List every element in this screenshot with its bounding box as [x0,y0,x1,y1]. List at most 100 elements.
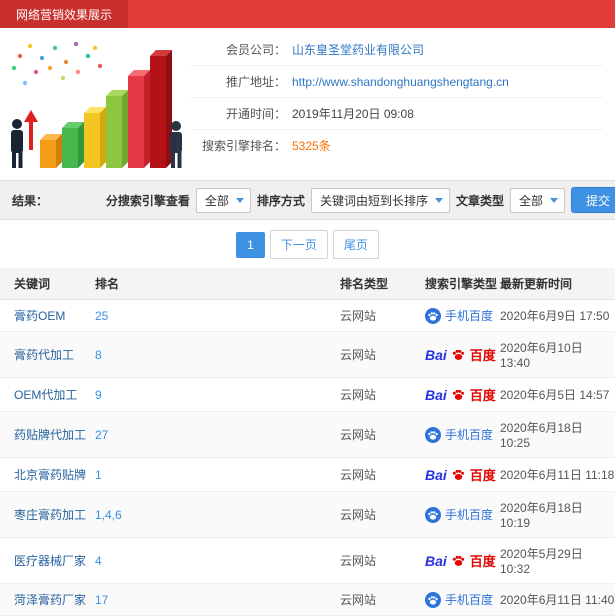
baidu-logo: Bai 百度 [425,345,496,364]
rank-type-cell: 云网站 [340,457,425,492]
engine-filter-value: 全部 [204,193,229,208]
mobile-baidu-logo: 手机百度 [425,506,493,523]
rank-cell: 25 [95,299,340,332]
mobile-baidu-logo: 手机百度 [425,591,493,608]
keyword-cell: 医疗器械厂家 [0,537,95,584]
rank-type-cell: 云网站 [340,299,425,332]
rank-type-cell: 云网站 [340,491,425,538]
mobile-baidu-logo: 手机百度 [425,426,493,443]
info-value-rank-count: 5325 [292,138,319,153]
column-header: 关键词 [0,268,95,300]
update-time-cell: 2020年6月5日 14:57 [500,377,615,412]
info-row-url: 推广地址： http://www.shandonghuangshengtang.c… [190,66,603,98]
mobile-baidu-icon [425,307,441,324]
engine-filter-select[interactable]: 全部 [195,187,251,213]
info-value-url[interactable]: http://www.shandonghuangshengtang.cn [292,75,509,89]
table-row: 枣庄膏药加工 1,4,6 云网站 手机百度 2020年6月18日 10:19 [0,491,615,538]
engine-cell: 手机百度 [425,299,500,332]
baidu-paw-icon [452,349,464,360]
update-time-cell: 2020年5月29日 10:32 [500,537,615,584]
keyword-link[interactable]: OEM代加工 [14,388,77,402]
update-time: 2020年6月11日 11:18 [500,468,615,482]
result-label: 结果： [12,193,49,208]
keyword-cell: 药贴牌代加工 [0,411,95,458]
table-row: 膏药OEM 25 云网站 手机百度 2020年6月9日 17:50 [0,299,615,332]
engine-cell: Bai 百度 [425,457,500,492]
engine-label: 百度 [469,468,496,483]
keyword-link[interactable]: 医疗器械厂家 [14,554,86,568]
rank-link[interactable]: 4 [95,554,102,568]
keyword-link[interactable]: 北京膏药贴牌 [14,468,86,482]
chevron-down-icon [235,197,244,203]
keyword-cell: 北京膏药贴牌 [0,457,95,492]
engine-label: 手机百度 [445,508,494,522]
rank-type-cell: 云网站 [340,537,425,584]
info-value-company[interactable]: 山东皇圣堂药业有限公司 [292,41,424,58]
rank-link[interactable]: 1,4,6 [95,508,122,522]
keyword-cell: 菏泽膏药厂家 [0,583,95,616]
pagination-last-button[interactable]: 尾页 [332,230,379,259]
pagination-current-page[interactable]: 1 [236,231,265,258]
engine-label: 手机百度 [445,309,494,323]
rank-link[interactable]: 1 [95,468,102,482]
engine-label: 百度 [469,388,496,403]
rank-type-cell: 云网站 [340,377,425,412]
update-time-cell: 2020年6月11日 11:18 [500,457,615,492]
engine-cell: Bai 百度 [425,377,500,412]
keyword-cell: 膏药OEM [0,299,95,332]
column-header: 搜索引擎类型 [425,268,500,300]
rank-cell: 9 [95,377,340,412]
baidu-logo: Bai 百度 [425,465,496,484]
type-filter-value: 全部 [518,193,543,208]
keyword-link[interactable]: 膏药OEM [14,309,65,323]
table-header-row: 关键词 排名 排名类型 搜索引擎类型 最新更新时间 [0,268,615,300]
rank-link[interactable]: 9 [95,388,102,402]
info-label-rank-count: 搜索引擎排名： [201,139,286,153]
baidu-paw-icon [452,389,464,400]
keyword-link[interactable]: 膏药代加工 [14,348,74,362]
baidu-logo: Bai 百度 [425,385,496,404]
table-row: 药贴牌代加工 27 云网站 手机百度 2020年6月18日 10:25 [0,411,615,458]
table-row: 菏泽膏药厂家 17 云网站 手机百度 2020年6月11日 11:40 [0,583,615,616]
engine-cell: 手机百度 [425,411,500,458]
submit-button[interactable]: 提交 [570,187,615,213]
rank-link[interactable]: 17 [95,593,108,607]
update-time: 2020年5月29日 10:32 [500,547,583,576]
rank-cell: 27 [95,411,340,458]
engine-cell: 手机百度 [425,491,500,538]
mobile-baidu-icon [425,426,441,443]
update-time: 2020年6月10日 13:40 [500,341,583,370]
chevron-down-icon [434,197,443,203]
column-header: 最新更新时间 [500,268,615,300]
rank-link[interactable]: 25 [95,309,108,323]
update-time: 2020年6月18日 10:19 [500,501,583,530]
member-info-section: 会员公司： 山东皇圣堂药业有限公司 推广地址： http://www.shandong… [0,28,615,180]
keyword-link[interactable]: 菏泽膏药厂家 [14,593,86,607]
keyword-link[interactable]: 药贴牌代加工 [14,428,86,442]
table-row: 北京膏药贴牌 1 云网站 Bai 百度 2020年6月11日 11:18 [0,457,615,492]
engine-label: 百度 [469,348,496,363]
keyword-cell: 膏药代加工 [0,331,95,378]
table-row: 膏药代加工 8 云网站 Bai 百度 2020年6月10日 13:40 [0,331,615,378]
member-info-rows: 会员公司： 山东皇圣堂药业有限公司 推广地址： http://www.shandong… [190,34,603,180]
sort-filter-select[interactable]: 关键词由短到长排序 [310,187,450,213]
results-table: 关键词 排名 排名类型 搜索引擎类型 最新更新时间 膏药OEM 25 云网站 手机百度 2020… [0,268,615,616]
update-time: 2020年6月18日 10:25 [500,421,583,450]
column-header: 排名 [95,268,340,300]
baidu-logo: Bai 百度 [425,551,496,570]
rank-cell: 4 [95,537,340,584]
update-time-cell: 2020年6月10日 13:40 [500,331,615,378]
rank-link[interactable]: 27 [95,428,108,442]
rank-type-cell: 云网站 [340,411,425,458]
pagination-next-button[interactable]: 下一页 [269,230,328,259]
engine-cell: Bai 百度 [425,537,500,584]
rank-link[interactable]: 8 [95,348,102,362]
rank-type-cell: 云网站 [340,331,425,378]
engine-label: 百度 [469,554,496,569]
type-filter-select[interactable]: 全部 [509,187,565,213]
engine-label: 手机百度 [445,593,494,607]
mobile-baidu-icon [425,506,441,523]
bar-chart-graphic [11,41,182,168]
mobile-baidu-logo: 手机百度 [425,307,493,324]
engine-filter-label: 分搜索引擎查看 [105,193,190,208]
